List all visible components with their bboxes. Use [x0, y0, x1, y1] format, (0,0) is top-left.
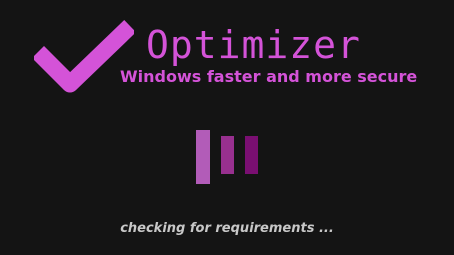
- checkmark-icon: [34, 19, 134, 93]
- loader-bar: [221, 136, 234, 174]
- loading-bars-icon: [196, 128, 262, 184]
- splash-window: Optimizer Windows faster and more secure…: [0, 0, 454, 255]
- status-text: checking for requirements ...: [120, 221, 334, 236]
- app-title: Optimizer: [146, 23, 361, 67]
- loader-bar: [196, 130, 210, 184]
- loader-bar: [245, 136, 258, 174]
- app-subtitle: Windows faster and more secure: [120, 67, 418, 86]
